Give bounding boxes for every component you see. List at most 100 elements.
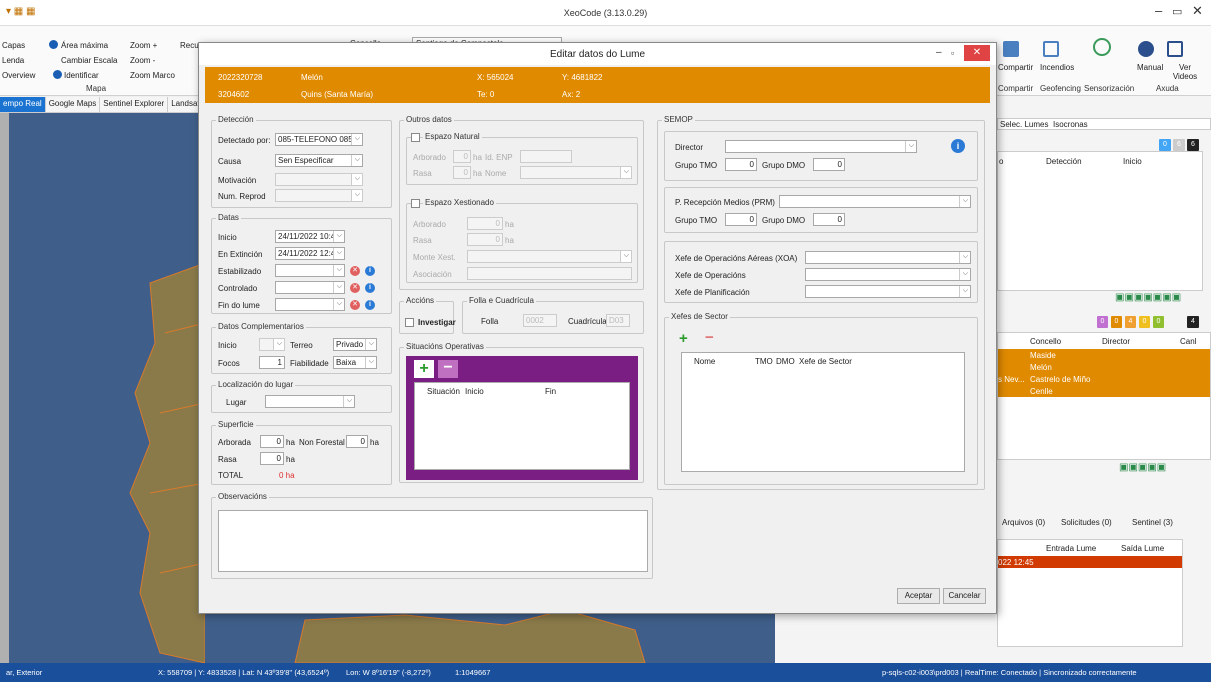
- info-icon[interactable]: i: [365, 283, 375, 293]
- asociacion-input[interactable]: [467, 267, 632, 280]
- cancelar-button[interactable]: Cancelar: [943, 588, 986, 604]
- dialog-maximize-icon[interactable]: ▫: [951, 48, 954, 58]
- extincion-date[interactable]: 24/11/2022 12:46 ⌵: [275, 247, 345, 260]
- ribbon-cambiar-escala[interactable]: Cambiar Escala: [61, 56, 117, 65]
- tab-sentinel-explorer[interactable]: Sentinel Explorer: [100, 97, 169, 112]
- tab-isocronas[interactable]: Isocronas: [1053, 120, 1088, 129]
- chevron-down-icon: ⌵: [354, 156, 360, 163]
- ribbon-overview[interactable]: Overview: [2, 71, 35, 80]
- ribbon-ver-videos[interactable]: Ver Videos: [1168, 63, 1202, 81]
- maximize-icon[interactable]: ▭: [1172, 5, 1182, 18]
- inicio-select[interactable]: ⌵: [259, 338, 285, 351]
- prm-select[interactable]: ⌵: [779, 195, 971, 208]
- aceptar-button[interactable]: Aceptar: [897, 588, 940, 604]
- ribbon-identificar[interactable]: Identificar: [64, 71, 99, 80]
- director-select[interactable]: ⌵: [725, 140, 917, 153]
- terreo-select[interactable]: Privado ⌵: [333, 338, 377, 351]
- monte-xest-select[interactable]: ⌵: [467, 250, 632, 263]
- tab-solicitudes[interactable]: Solicitudes (0): [1061, 518, 1112, 527]
- tab-arquivos[interactable]: Arquivos (0): [1002, 518, 1045, 527]
- count-badge: 6: [1187, 139, 1199, 151]
- x-rasa-input[interactable]: 0: [467, 233, 503, 246]
- tab-google-maps[interactable]: Google Maps: [46, 97, 101, 112]
- prm-tmo-input[interactable]: 0: [725, 213, 757, 226]
- ribbon-zoom-plus[interactable]: Zoom +: [130, 41, 157, 50]
- minimize-icon[interactable]: –: [1155, 3, 1162, 18]
- dialog-close-button[interactable]: ✕: [964, 45, 990, 61]
- cuadricula-input[interactable]: D03: [606, 314, 630, 327]
- inicio-date[interactable]: 24/11/2022 10:45 ⌵: [275, 230, 345, 243]
- table-row[interactable]: Melón: [998, 361, 1210, 373]
- tab-selec-lumes[interactable]: Selec. Lumes: [1000, 120, 1048, 129]
- ribbon-manual[interactable]: Manual: [1137, 63, 1163, 72]
- add-sector-button[interactable]: +: [679, 330, 688, 347]
- ribbon-capas[interactable]: Capas: [2, 41, 25, 50]
- ribbon-lenda[interactable]: Lenda: [2, 56, 24, 65]
- controlado-date[interactable]: ⌵: [275, 281, 345, 294]
- label: Rasa: [413, 236, 432, 245]
- ribbon-zoom-minus[interactable]: Zoom -: [130, 56, 155, 65]
- xefe-operacions-select[interactable]: ⌵: [805, 268, 971, 281]
- ribbon-incendios[interactable]: Incendios: [1040, 63, 1074, 72]
- nome-select[interactable]: ⌵: [520, 166, 632, 179]
- lumes-table[interactable]: o Detección Inicio: [997, 151, 1203, 291]
- espazo-natural-checkbox[interactable]: [411, 133, 420, 142]
- rasa-enp-input[interactable]: 0: [453, 166, 471, 179]
- arborado-input[interactable]: 0: [453, 150, 471, 163]
- table-row[interactable]: Maside: [998, 349, 1210, 361]
- focos-input[interactable]: 1: [259, 356, 285, 369]
- remove-situacion-button[interactable]: −: [438, 360, 458, 378]
- concello-table[interactable]: Concello Director Canl Maside Melón s Ne…: [997, 332, 1211, 460]
- non-forestal-input[interactable]: 0: [346, 435, 368, 448]
- table-row[interactable]: s Nev... Castrelo de Miño: [998, 373, 1210, 385]
- grupo-tmo-input[interactable]: 0: [725, 158, 757, 171]
- prm-dmo-input[interactable]: 0: [813, 213, 845, 226]
- map-view[interactable]: [0, 113, 205, 663]
- x-arborado-input[interactable]: 0: [467, 217, 503, 230]
- tab-tempo-real[interactable]: empo Real: [0, 97, 46, 112]
- observacions-textarea[interactable]: [218, 510, 648, 572]
- info-icon[interactable]: i: [365, 300, 375, 310]
- fiabilidade-select[interactable]: Baixa ⌵: [333, 356, 377, 369]
- bottom-table[interactable]: Entrada Lume Saída Lume 022 12:45: [997, 539, 1183, 647]
- clear-icon[interactable]: ✕: [350, 300, 360, 310]
- info-icon[interactable]: i: [365, 266, 375, 276]
- tab-sentinel[interactable]: Sentinel (3): [1132, 518, 1173, 527]
- add-situacion-button[interactable]: +: [414, 360, 434, 378]
- label: TOTAL: [218, 471, 244, 480]
- ribbon-area-maxima[interactable]: Área máxima: [61, 41, 108, 50]
- table-row[interactable]: Cenlle: [998, 385, 1210, 397]
- group-title: SEMOP: [662, 115, 695, 124]
- ribbon-zoom-marco[interactable]: Zoom Marco: [130, 71, 175, 80]
- sector-table[interactable]: Nome TMO DMO Xefe de Sector: [681, 352, 965, 472]
- clear-icon[interactable]: ✕: [350, 266, 360, 276]
- arborada-input[interactable]: 0: [260, 435, 284, 448]
- detectado-por-select[interactable]: 085-TELEFONO 085 ⌵: [275, 133, 363, 146]
- fin-date[interactable]: ⌵: [275, 298, 345, 311]
- espazo-xestionado-checkbox[interactable]: [411, 199, 420, 208]
- map-view-bottom[interactable]: [205, 610, 775, 663]
- situacions-table[interactable]: Situación Inicio Fin: [414, 382, 630, 470]
- folla-input[interactable]: 0002: [523, 314, 557, 327]
- ribbon-compartir[interactable]: Compartir: [998, 63, 1033, 72]
- table-row[interactable]: 022 12:45: [998, 556, 1182, 568]
- id-enp-input[interactable]: [520, 150, 572, 163]
- remove-sector-button[interactable]: −: [705, 329, 714, 346]
- investigar-checkbox[interactable]: [405, 318, 414, 327]
- xefe-planificacion-select[interactable]: ⌵: [805, 285, 971, 298]
- xoa-select[interactable]: ⌵: [805, 251, 971, 264]
- grupo-dmo-input[interactable]: 0: [813, 158, 845, 171]
- lugar-select[interactable]: ⌵: [265, 395, 355, 408]
- toolbar-icons[interactable]: ▣▣▣▣▣: [1119, 462, 1205, 474]
- motivacion-select[interactable]: ⌵: [275, 173, 363, 186]
- group-folla: Folla e Cuadrícula Folla 0002 Cuadrícula…: [462, 296, 644, 334]
- close-icon[interactable]: ✕: [1192, 3, 1203, 19]
- num-reprod-select[interactable]: ⌵: [275, 189, 363, 202]
- toolbar-icons[interactable]: ▣▣▣▣▣▣▣: [1115, 292, 1205, 304]
- clear-icon[interactable]: ✕: [350, 283, 360, 293]
- dialog-minimize-icon[interactable]: –: [936, 47, 942, 58]
- estabilizado-date[interactable]: ⌵: [275, 264, 345, 277]
- rasa-input[interactable]: 0: [260, 452, 284, 465]
- causa-select[interactable]: Sen Especificar ⌵: [275, 154, 363, 167]
- info-icon[interactable]: i: [951, 139, 965, 153]
